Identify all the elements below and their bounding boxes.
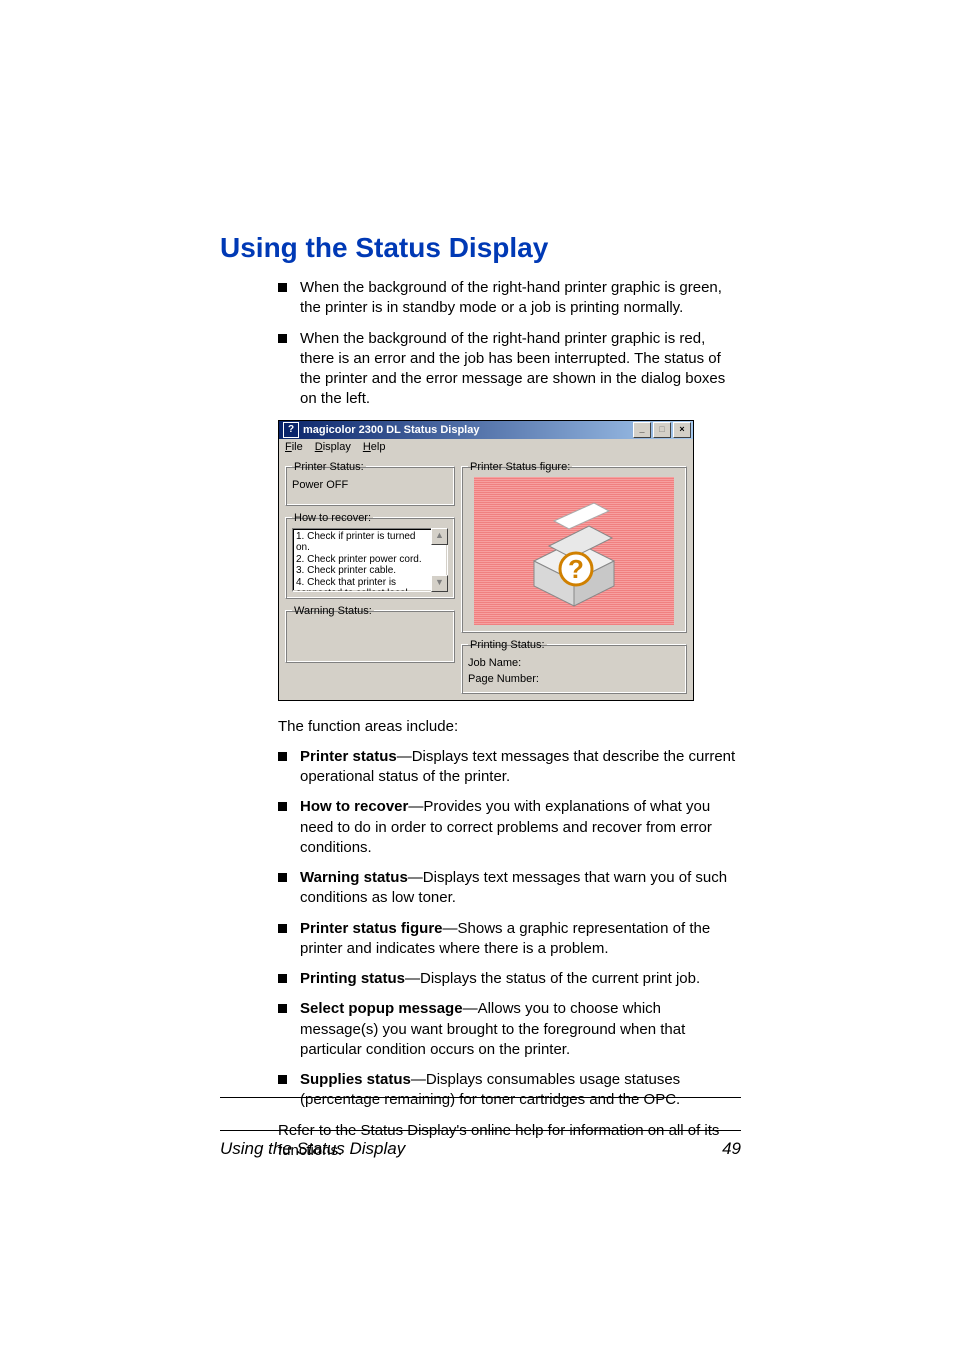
- list-item: Printing status—Displays the status of t…: [278, 969, 741, 989]
- warning-status-label: Warning Status:: [292, 605, 374, 617]
- printing-status-label: Printing Status:: [468, 639, 547, 651]
- menu-file[interactable]: File: [285, 441, 303, 453]
- list-item: When the background of the right-hand pr…: [278, 329, 741, 410]
- maximize-button[interactable]: □: [653, 422, 671, 438]
- list-item: Printer status—Displays text messages th…: [278, 747, 741, 788]
- footer-page-number: 49: [722, 1139, 741, 1159]
- titlebar[interactable]: ? magicolor 2300 DL Status Display _ □ ×: [279, 421, 693, 439]
- job-name-label: Job Name:: [468, 655, 680, 671]
- window-title: magicolor 2300 DL Status Display: [303, 424, 633, 436]
- menu-help[interactable]: Help: [363, 441, 386, 453]
- intro-bullet-list: When the background of the right-hand pr…: [220, 278, 741, 410]
- page-number-label: Page Number:: [468, 671, 680, 687]
- warning-status-value: [292, 621, 448, 643]
- menubar: File Display Help: [279, 439, 693, 455]
- printer-status-figure-group: Printer Status figure: ?: [461, 461, 687, 633]
- scroll-up-button[interactable]: ▲: [431, 528, 448, 545]
- list-item: How to recover—Provides you with explana…: [278, 797, 741, 858]
- minimize-button[interactable]: _: [633, 422, 651, 438]
- list-item: Warning status—Displays text messages th…: [278, 868, 741, 909]
- page-footer: Using the Status Display 49: [220, 1097, 741, 1159]
- printing-status-group: Printing Status: Job Name: Page Number:: [461, 639, 687, 694]
- printer-status-group: Printer Status: Power OFF: [285, 461, 455, 506]
- printer-status-figure-label: Printer Status figure:: [468, 461, 572, 473]
- printer-status-value: Power OFF: [292, 477, 448, 499]
- how-to-recover-label: How to recover:: [292, 512, 373, 524]
- menu-display[interactable]: Display: [315, 441, 351, 453]
- printer-status-label: Printer Status:: [292, 461, 366, 473]
- list-item: Printer status figure—Shows a graphic re…: [278, 919, 741, 960]
- how-to-recover-group: How to recover: 1. Check if printer is t…: [285, 512, 455, 599]
- warning-status-group: Warning Status:: [285, 605, 455, 663]
- footer-title: Using the Status Display: [220, 1139, 405, 1159]
- how-to-recover-text[interactable]: 1. Check if printer is turned on. 2. Che…: [292, 528, 448, 592]
- scroll-down-button[interactable]: ▼: [431, 575, 448, 592]
- printer-icon: ?: [514, 491, 634, 611]
- list-item: Select popup message—Allows you to choos…: [278, 999, 741, 1060]
- section-heading: Using the Status Display: [220, 232, 741, 264]
- app-icon: ?: [283, 422, 299, 438]
- list-item: When the background of the right-hand pr…: [278, 278, 741, 319]
- function-area-list: Printer status—Displays text messages th…: [220, 747, 741, 1111]
- printer-figure-background: ?: [474, 477, 674, 625]
- svg-text:?: ?: [568, 554, 584, 584]
- close-button[interactable]: ×: [673, 422, 691, 438]
- function-areas-intro: The function areas include:: [278, 717, 741, 737]
- status-display-window: ? magicolor 2300 DL Status Display _ □ ×…: [278, 420, 694, 701]
